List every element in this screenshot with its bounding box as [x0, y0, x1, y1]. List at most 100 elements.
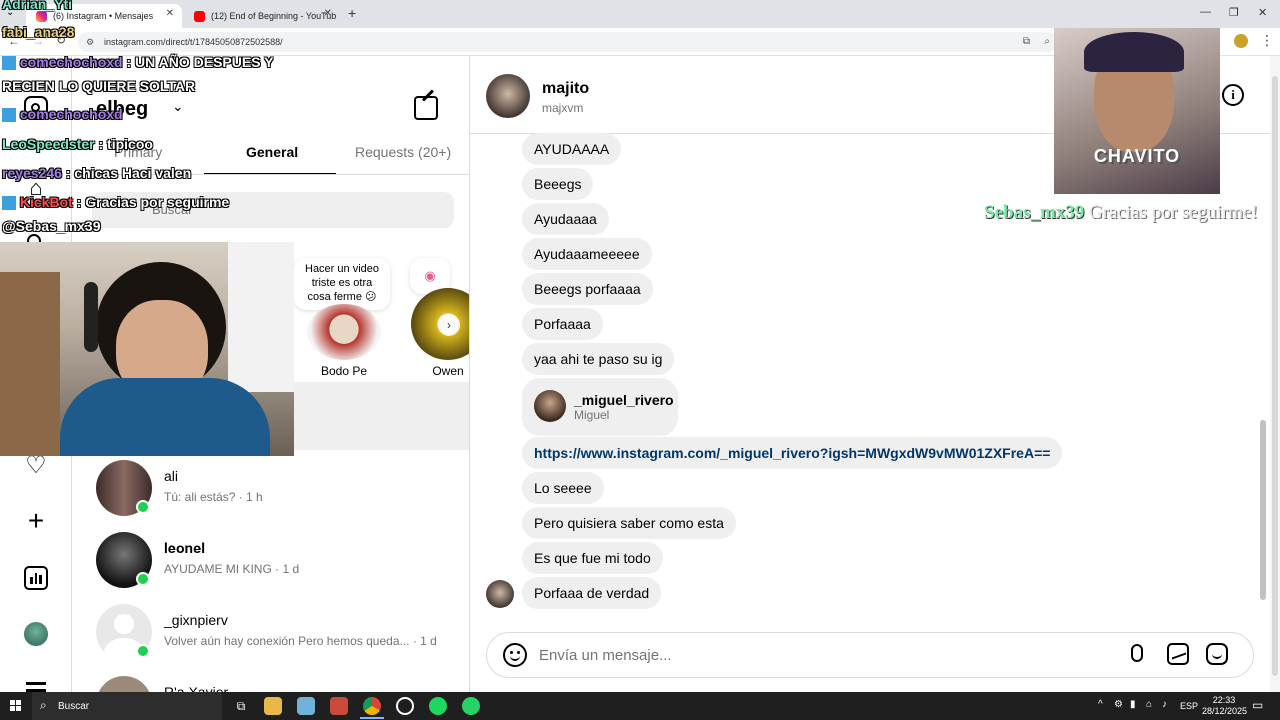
message-bubble: Porfaaaa — [522, 308, 603, 340]
chevron-up-icon[interactable]: ^ — [1098, 699, 1103, 710]
active-app-indicator — [360, 717, 384, 719]
emoji-icon[interactable] — [503, 643, 527, 667]
stream-chat-user: comechochoxd — [19, 106, 123, 122]
badge-icon — [2, 196, 16, 211]
task-view-icon[interactable]: ⧉ — [232, 697, 250, 715]
profile-avatar[interactable] — [24, 622, 48, 646]
badge-icon — [2, 56, 16, 71]
browser-menu-icon[interactable]: ⋮ — [1260, 32, 1274, 49]
message-bubble: Beeegs porfaaaa — [522, 273, 653, 305]
whatsapp-icon[interactable] — [462, 697, 480, 715]
overlay-hat — [1084, 32, 1184, 72]
volume-icon[interactable]: ♪ — [1162, 699, 1167, 710]
message-placeholder: Envía un mensaje... — [539, 647, 672, 664]
stream-chat-text: @Sebas_mx39 — [2, 218, 101, 234]
new-message-icon[interactable] — [414, 89, 438, 120]
microphone-icon[interactable]: ▮ — [1130, 699, 1136, 710]
time: 22:33 — [1212, 695, 1236, 705]
notifications-heart-icon[interactable]: ♡ — [24, 454, 48, 478]
new-tab-button[interactable]: + — [348, 5, 356, 21]
stream-chat-text: : UN AÑO DESPUES Y — [122, 54, 274, 70]
message-bubble: Ayudaaaa — [522, 203, 609, 235]
profile-avatar-icon[interactable] — [1234, 34, 1248, 48]
date: 28/12/2025 — [1202, 706, 1248, 716]
message-bubble: AYUDAAAA — [522, 133, 622, 165]
stream-chat-text: : chicas Haci valen — [61, 165, 192, 181]
language-indicator[interactable]: ESP — [1180, 701, 1198, 711]
tray-icon[interactable]: ⚙ — [1114, 699, 1123, 710]
stream-chat-line: comechochoxd — [2, 106, 123, 123]
message-bubble: yaa ahi te paso su ig — [522, 343, 675, 375]
info-icon[interactable]: i — [1222, 84, 1244, 106]
overlay-label: CHAVITO — [1093, 146, 1181, 166]
stream-chat-user: reyes246 — [2, 165, 62, 181]
create-plus-icon[interactable]: + — [24, 507, 48, 535]
stream-chat-line: reyes246 : chicas Haci valen — [2, 165, 191, 181]
chrome-icon[interactable] — [363, 697, 381, 715]
windows-start-icon[interactable] — [10, 700, 22, 712]
app-icon[interactable] — [297, 697, 315, 715]
scrollbar-thumb[interactable] — [1260, 420, 1266, 600]
windows-taskbar: ⌕ Buscar ⧉ ^ ⚙ ▮ ⌂ ♪ ESP 22:33 28/12/202… — [0, 692, 1280, 720]
maximize-icon[interactable]: ❐ — [1229, 6, 1239, 19]
avatar — [96, 676, 152, 692]
taskbar-search-text: Buscar — [58, 701, 90, 712]
alert-text: Gracias por seguirme! — [1089, 202, 1258, 223]
notification-icon[interactable]: ▭ — [1252, 698, 1263, 712]
dashboard-icon[interactable] — [24, 566, 48, 590]
image-icon[interactable] — [1167, 643, 1189, 665]
file-explorer-icon[interactable] — [264, 697, 282, 715]
stream-chat-text: : tipicoo — [94, 136, 153, 152]
install-app-icon[interactable]: ⧉ — [1023, 32, 1030, 52]
note-name: Bodo Pe — [320, 364, 368, 378]
message-bubble: Pero quisiera saber como esta — [522, 507, 736, 539]
follow-alert: Sebas_mx39 Gracias por seguirme! — [984, 202, 1258, 224]
message-input[interactable]: Envía un mensaje... — [486, 632, 1254, 678]
conversation-row[interactable]: ali Tú: ali estás? · 1 h — [72, 456, 469, 528]
chat-scrollbar[interactable] — [1258, 60, 1268, 612]
stream-chat-line: LeoSpeedster : tipicoo — [2, 136, 153, 152]
conversation-row[interactable]: 𝐥𝐞𝐨𝐧𝐞𝐥 AYUDAME MI KING · 1 d — [72, 528, 469, 600]
message-bubble: Ayudaaameeeee — [522, 238, 652, 270]
minimize-icon[interactable]: — — [1200, 6, 1211, 18]
shared-profile-card[interactable]: _miguel_rivero Miguel — [522, 378, 678, 436]
message-bubble: Lo seeee — [522, 472, 604, 504]
tab-requests[interactable]: Requests (20+) — [355, 144, 451, 160]
overlay-video: CHAVITO — [1054, 28, 1220, 194]
message-link[interactable]: https://www.instagram.com/_miguel_rivero… — [522, 437, 1063, 469]
note-bubble[interactable]: Hacer un video triste es otra cosa ferme… — [294, 258, 390, 310]
network-icon[interactable]: ⌂ — [1146, 699, 1152, 710]
story-avatar[interactable] — [307, 304, 381, 360]
close-window-icon[interactable]: ✕ — [1258, 6, 1267, 19]
chevron-right-icon[interactable]: › — [438, 314, 460, 336]
microphone-icon[interactable] — [1131, 644, 1143, 662]
conversation-preview: Tú: ali estás? · 1 h — [164, 490, 263, 504]
conversation-name: ali — [164, 468, 179, 484]
zoom-icon[interactable]: ⌕ — [1044, 32, 1050, 52]
stream-chat-user: comechochoxd — [19, 54, 123, 70]
chat-avatar[interactable] — [486, 74, 530, 118]
app-icon[interactable] — [330, 697, 348, 715]
obs-icon[interactable] — [396, 697, 414, 715]
shared-profile-avatar — [534, 390, 566, 422]
online-indicator — [136, 644, 150, 658]
chat-name[interactable]: majito — [542, 80, 589, 98]
stream-chat-user: fabi_ana28 — [2, 24, 75, 40]
close-tab-icon[interactable]: ✕ — [324, 8, 332, 19]
spotify-icon[interactable] — [429, 697, 447, 715]
note-name: Owen — [432, 364, 464, 378]
stream-chat-user: KickBot — [19, 194, 73, 210]
conversation-row[interactable]: R'a Xavier — [72, 672, 469, 692]
conversation-row[interactable]: _gixnpierv Volver aún hay conexión Pero … — [72, 600, 469, 672]
page-scrollbar[interactable] — [1270, 56, 1280, 692]
stream-chat-overlay: Adrian_Yti fabi_ana28 comechochoxd : UN … — [0, 0, 300, 240]
webcam-door — [0, 272, 60, 456]
stream-chat-line: KickBot : Gracias por seguirme — [2, 194, 229, 211]
webcam-headphone — [84, 282, 98, 352]
shared-profile-username: _miguel_rivero — [574, 392, 674, 408]
taskbar-search[interactable]: ⌕ Buscar — [32, 692, 222, 720]
sticker-icon[interactable] — [1206, 643, 1228, 665]
page-scrollbar-thumb[interactable] — [1272, 76, 1278, 676]
stream-chat-line: comechochoxd : UN AÑO DESPUES Y — [2, 54, 274, 71]
clock[interactable]: 22:33 28/12/2025 — [1202, 695, 1248, 717]
